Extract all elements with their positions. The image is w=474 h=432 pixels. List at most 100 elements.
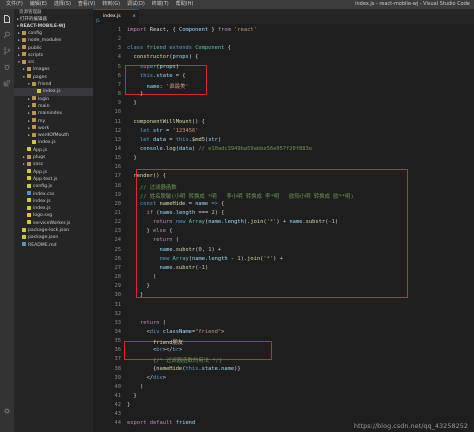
line-number: 43 — [114, 411, 122, 418]
file-tree-item[interactable]: index.css — [14, 191, 93, 198]
file-tree-item[interactable]: App.js — [14, 169, 93, 176]
file-tree-item[interactable]: README.md — [14, 242, 93, 249]
file-tree-item[interactable]: ▸ sass — [14, 161, 93, 168]
debug-icon[interactable] — [3, 63, 11, 71]
file-tree-item[interactable]: App.js — [14, 147, 93, 154]
folder-file-icon — [27, 74, 31, 79]
file-tree-label: index.css — [33, 191, 55, 197]
open-editors-section[interactable]: ▸ 打开的编辑器 — [14, 16, 93, 23]
code-editor[interactable]: 1 import React, { Component } from 'react… — [93, 24, 474, 432]
code-line: import React, { Component } from 'react' — [127, 27, 257, 33]
menu-item[interactable]: 终端(T) — [152, 0, 169, 9]
file-tree-item[interactable]: ▸ work — [14, 125, 93, 132]
menu-item[interactable]: 调试(D) — [127, 0, 145, 9]
line-number: 11 — [114, 118, 122, 125]
settings-gear-icon[interactable] — [3, 407, 11, 415]
file-tree-item[interactable]: ▸ wordOfMouth — [14, 132, 93, 139]
file-tree-item[interactable]: ▾ friend — [14, 81, 93, 88]
file-tree-item[interactable]: index.js — [14, 139, 93, 146]
tab-label: index.js — [103, 14, 121, 19]
js-file-icon — [27, 169, 31, 174]
file-tree-item[interactable]: package.json — [14, 234, 93, 241]
line-number: 21 — [114, 210, 122, 216]
search-icon[interactable] — [3, 31, 11, 39]
js-file-icon — [27, 198, 31, 203]
tab-bar: JS index.js × — [93, 9, 474, 24]
menu-item[interactable]: 文件(F) — [6, 0, 23, 9]
code-line: <br></br> — [127, 347, 183, 354]
line-number: 15 — [114, 155, 122, 162]
menu-item[interactable]: 帮助(H) — [176, 0, 194, 9]
js-file-icon — [27, 176, 31, 181]
line-number: 31 — [114, 301, 122, 308]
file-tree-item[interactable]: index.js — [14, 88, 93, 96]
source-control-icon[interactable] — [3, 47, 11, 55]
line-number: 7 — [117, 81, 121, 88]
line-number: 27 — [114, 264, 122, 271]
file-tree-label: plugs — [33, 155, 46, 161]
line-number: 37 — [114, 356, 122, 363]
code-line: friend朋友 — [127, 340, 184, 347]
file-tree-item[interactable]: App.test.js — [14, 176, 93, 183]
file-tree-item[interactable]: ▸ images — [14, 66, 93, 73]
file-tree-label: sass — [33, 162, 43, 168]
file-tree-item[interactable]: ▸ config — [14, 30, 93, 37]
code-line: // 过滤器函数 — [139, 184, 177, 191]
folder-file-icon — [27, 66, 31, 71]
folder-file-icon — [22, 30, 26, 35]
line-number: 29 — [114, 283, 122, 290]
file-tree-label: images — [33, 67, 50, 73]
code-line: const nameHide = name => { — [139, 200, 225, 207]
file-tree-label: src — [28, 60, 35, 66]
folder-file-icon — [32, 132, 36, 137]
file-tree-label: package.json — [28, 235, 59, 241]
line-number: 22 — [114, 219, 122, 226]
file-tree: ▸ config ▸ node_modules ▸ public ▸ scripts ▾ src ▸… — [14, 30, 93, 249]
line-number: 8 — [117, 91, 121, 98]
file-tree-item[interactable]: ▸ public — [14, 45, 93, 52]
menu-item[interactable]: 转到(G) — [102, 0, 120, 9]
file-tree-item[interactable]: ▸ main — [14, 103, 93, 110]
explorer-icon[interactable] — [3, 15, 11, 23]
file-tree-item[interactable]: ▾ pages — [14, 74, 93, 81]
project-section[interactable]: ▾ REACT-MOBILE-WJ — [14, 23, 93, 30]
file-tree-item[interactable]: ▾ src — [14, 59, 93, 66]
extensions-icon[interactable] — [3, 79, 11, 87]
line-number: 28 — [114, 274, 122, 281]
file-tree-item[interactable]: index.js — [14, 205, 93, 212]
file-tree-item[interactable]: serviceWorker.js — [14, 220, 93, 227]
file-tree-item[interactable]: ▸ login — [14, 96, 93, 103]
menu-item[interactable]: 选择(S) — [54, 0, 71, 9]
explorer-sidebar: 资源管理器 ▸ 打开的编辑器 ▾ REACT-MOBILE-WJ ▸ config… — [14, 9, 93, 432]
watermark: https://blog.csdn.net/qq_43258252 — [353, 422, 468, 430]
file-tree-label: node_modules — [28, 38, 62, 44]
code-line: this.state = { — [139, 72, 186, 79]
line-number: 32 — [114, 310, 122, 317]
file-tree-item[interactable]: ▸ plugs — [14, 154, 93, 161]
tab-index-js[interactable]: JS index.js × — [93, 9, 139, 24]
file-tree-item[interactable]: package-lock.json — [14, 227, 93, 234]
js-file-icon — [37, 88, 41, 93]
file-tree-item[interactable]: ▸ mainindex — [14, 110, 93, 117]
folder-file-icon — [32, 110, 36, 115]
folder-file-icon — [22, 59, 26, 64]
line-number: 3 — [117, 45, 121, 52]
line-number: 24 — [114, 237, 122, 244]
file-tree-label: main — [38, 103, 50, 109]
file-tree-item[interactable]: ▸ my — [14, 118, 93, 125]
line-number: 25 — [114, 246, 122, 253]
code-line: } — [127, 292, 144, 299]
file-tree-item[interactable]: ▸ node_modules — [14, 37, 93, 44]
code-line: return ( — [139, 319, 166, 326]
line-number: 35 — [114, 338, 122, 345]
file-tree-item[interactable]: ▸ scripts — [14, 52, 93, 59]
close-icon[interactable]: × — [132, 10, 136, 23]
code-line: return ( — [152, 237, 179, 244]
line-number: 42 — [114, 402, 122, 409]
file-tree-item[interactable]: config.js — [14, 183, 93, 190]
menu-item[interactable]: 编辑(E) — [30, 0, 47, 9]
menu-bar: 文件(F) 编辑(E) 选择(S) 查看(V) 转到(G) 调试(D) 终端(T) 帮助(H) — [6, 0, 193, 9]
file-tree-item[interactable]: logo.svg — [14, 212, 93, 219]
menu-item[interactable]: 查看(V) — [78, 0, 95, 9]
file-tree-item[interactable]: index.js — [14, 198, 93, 205]
